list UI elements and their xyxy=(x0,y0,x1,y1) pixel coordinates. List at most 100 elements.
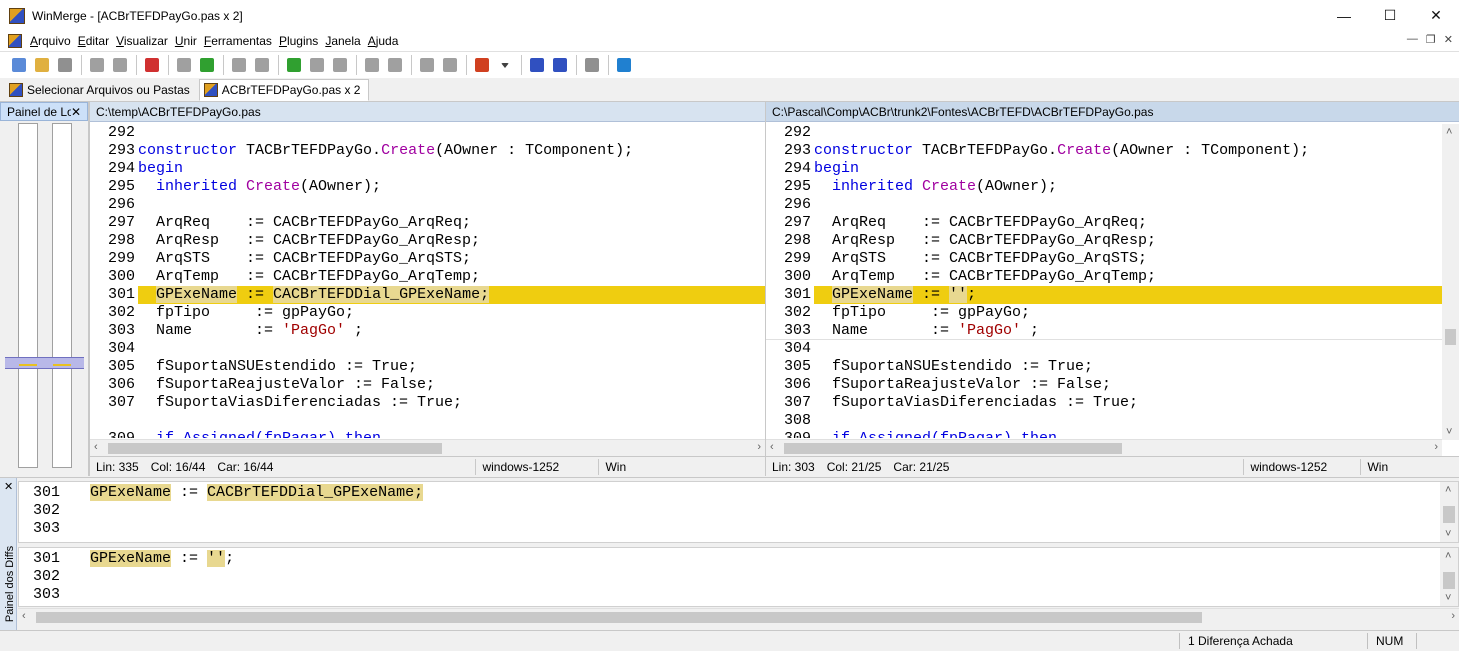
save-button[interactable] xyxy=(54,54,76,76)
scroll-up-icon[interactable]: ˄ xyxy=(1446,126,1452,138)
location-bar-right[interactable] xyxy=(52,123,72,468)
scroll-thumb[interactable] xyxy=(1445,329,1456,345)
mdi-minimize-button[interactable]: — xyxy=(1407,33,1418,46)
scroll-right-icon[interactable]: › xyxy=(1451,610,1455,622)
code-line: 299 ArqSTS := CACBrTEFDPayGo_ArqSTS; xyxy=(783,250,1148,267)
left-horizontal-scrollbar[interactable]: ‹ › xyxy=(90,439,765,456)
location-viewport-indicator[interactable] xyxy=(5,357,84,369)
scroll-left-icon[interactable]: ‹ xyxy=(770,441,774,453)
prev-diff-icon xyxy=(200,58,214,72)
scroll-thumb[interactable] xyxy=(36,612,1202,623)
dropdown-button[interactable] xyxy=(494,54,516,76)
location-bar-left[interactable] xyxy=(18,123,38,468)
location-pane-header: Painel de Local ✕ xyxy=(0,102,88,121)
diff-detail-top[interactable]: 301 GPExeName := CACBrTEFDDial_GPExeName… xyxy=(18,481,1459,543)
menu-ajuda[interactable]: Ajuda xyxy=(368,34,406,48)
code-line: 305 fSuportaNSUEstendido := True; xyxy=(783,358,1094,375)
menu-editar[interactable]: Editar xyxy=(78,34,116,48)
scroll-right-icon[interactable]: › xyxy=(1434,441,1438,453)
copy-left-advance-icon xyxy=(443,58,457,72)
undo-button[interactable] xyxy=(86,54,108,76)
left-status-line: Lin: 335 Col: 16/44 Car: 16/44 windows-1… xyxy=(90,456,765,476)
diff-top-vertical-scrollbar[interactable]: ˄ ˅ xyxy=(1440,482,1458,542)
code-line: 303 Name := 'PagGo' ; xyxy=(107,322,364,339)
new-button[interactable] xyxy=(8,54,30,76)
merge-button[interactable] xyxy=(141,54,163,76)
first-diff-button[interactable] xyxy=(228,54,250,76)
mdi-restore-button[interactable]: ❐ xyxy=(1426,33,1436,46)
next-diff-button[interactable] xyxy=(173,54,195,76)
diff-bottom-vertical-scrollbar[interactable]: ˄ ˅ xyxy=(1440,548,1458,606)
left-code-view[interactable]: 292 293 constructor TACBrTEFDPayGo.Create… xyxy=(90,124,765,440)
location-pane-close-icon[interactable]: ✕ xyxy=(71,105,81,119)
copy-right-advance-icon xyxy=(420,58,434,72)
scroll-thumb[interactable] xyxy=(1443,572,1455,589)
tab-file-compare[interactable]: ACBrTEFDPayGo.pas x 2 xyxy=(198,79,370,101)
scroll-thumb[interactable] xyxy=(108,443,442,454)
menu-plugins[interactable]: Plugins xyxy=(279,34,325,48)
scroll-down-icon[interactable]: ˅ xyxy=(1445,528,1451,540)
all-left-button[interactable] xyxy=(549,54,571,76)
menu-arquivo[interactable]: Arquivo xyxy=(30,34,78,48)
left-eol: Win xyxy=(605,459,627,474)
redo-button[interactable] xyxy=(109,54,131,76)
mdi-close-button[interactable]: ✕ xyxy=(1444,33,1453,46)
code-line: 302 fpTipo := gpPayGo; xyxy=(783,304,1031,321)
tab-select-files[interactable]: Selecionar Arquivos ou Pastas xyxy=(4,79,199,101)
copy-left-button[interactable] xyxy=(384,54,406,76)
document-tab-icon xyxy=(203,83,218,97)
prev-conflict-button[interactable] xyxy=(329,54,351,76)
code-line: 309 if Assigned(fpPagar) then xyxy=(90,430,765,438)
all-right-button[interactable] xyxy=(526,54,548,76)
left-encoding: windows-1252 xyxy=(482,459,560,474)
document-menu-icon[interactable] xyxy=(8,34,22,48)
code-line: 302 fpTipo := gpPayGo; xyxy=(107,304,355,321)
scroll-left-icon[interactable]: ‹ xyxy=(22,610,26,622)
scroll-up-icon[interactable]: ˄ xyxy=(1445,550,1451,562)
code-line: 297 ArqReq := CACBrTEFDPayGo_ArqReq; xyxy=(783,214,1148,231)
scroll-up-icon[interactable]: ˄ xyxy=(1445,484,1451,496)
diff-pane-close-icon[interactable]: ✕ xyxy=(4,480,13,493)
compare-button[interactable] xyxy=(581,54,603,76)
diff-line[interactable]: 301 GPExeName := ''; xyxy=(766,286,1442,304)
menu-ferramentas[interactable]: Ferramentas xyxy=(204,34,279,48)
open-button[interactable] xyxy=(31,54,53,76)
diff-detail-line: 301 GPExeName := CACBrTEFDDial_GPExeName… xyxy=(32,484,424,501)
toolbar-separator xyxy=(576,55,577,75)
code-line: 294 begin xyxy=(107,160,184,177)
scroll-down-icon[interactable]: ˅ xyxy=(1445,592,1451,604)
right-vertical-scrollbar[interactable]: ˄ ˅ xyxy=(1442,124,1459,440)
diff-line[interactable]: 301 GPExeName := CACBrTEFDDial_GPExeName… xyxy=(90,286,765,304)
window-controls: — ☐ ✕ xyxy=(1321,0,1459,31)
scroll-thumb[interactable] xyxy=(1443,506,1455,523)
scroll-left-icon[interactable]: ‹ xyxy=(94,441,98,453)
right-code-view[interactable]: 292 293 constructor TACBrTEFDPayGo.Create… xyxy=(766,124,1442,440)
minimize-button[interactable]: — xyxy=(1321,0,1367,31)
diff-horizontal-scrollbar[interactable]: ‹ › xyxy=(18,608,1459,625)
maximize-button[interactable]: ☐ xyxy=(1367,0,1413,31)
refresh-button[interactable] xyxy=(613,54,635,76)
prev-diff-button[interactable] xyxy=(196,54,218,76)
close-button[interactable]: ✕ xyxy=(1413,0,1459,31)
right-editor-pane: C:\Pascal\Comp\ACBr\trunk2\Fontes\ACBrTE… xyxy=(765,102,1459,476)
next-conflict-button[interactable] xyxy=(306,54,328,76)
menu-janela[interactable]: Janela xyxy=(325,34,367,48)
diff-detail-line: 303 xyxy=(32,586,60,603)
right-horizontal-scrollbar[interactable]: ‹ › xyxy=(766,439,1442,456)
options-button[interactable] xyxy=(471,54,493,76)
diff-detail-bottom[interactable]: 301 GPExeName := ''; 302 303 ˄ ˅ xyxy=(18,547,1459,607)
scroll-thumb[interactable] xyxy=(784,443,1122,454)
open-icon xyxy=(35,58,49,72)
toolbar-separator xyxy=(608,55,609,75)
copy-left-advance-button[interactable] xyxy=(439,54,461,76)
scroll-down-icon[interactable]: ˅ xyxy=(1446,426,1452,438)
scroll-right-icon[interactable]: › xyxy=(757,441,761,453)
current-diff-button[interactable] xyxy=(251,54,273,76)
menu-visualizar[interactable]: Visualizar xyxy=(116,34,175,48)
menu-unir[interactable]: Unir xyxy=(175,34,204,48)
diff-detail-line: 302 xyxy=(32,502,60,519)
last-diff-button[interactable] xyxy=(283,54,305,76)
copy-right-button[interactable] xyxy=(361,54,383,76)
last-diff-icon xyxy=(287,58,301,72)
copy-right-advance-button[interactable] xyxy=(416,54,438,76)
